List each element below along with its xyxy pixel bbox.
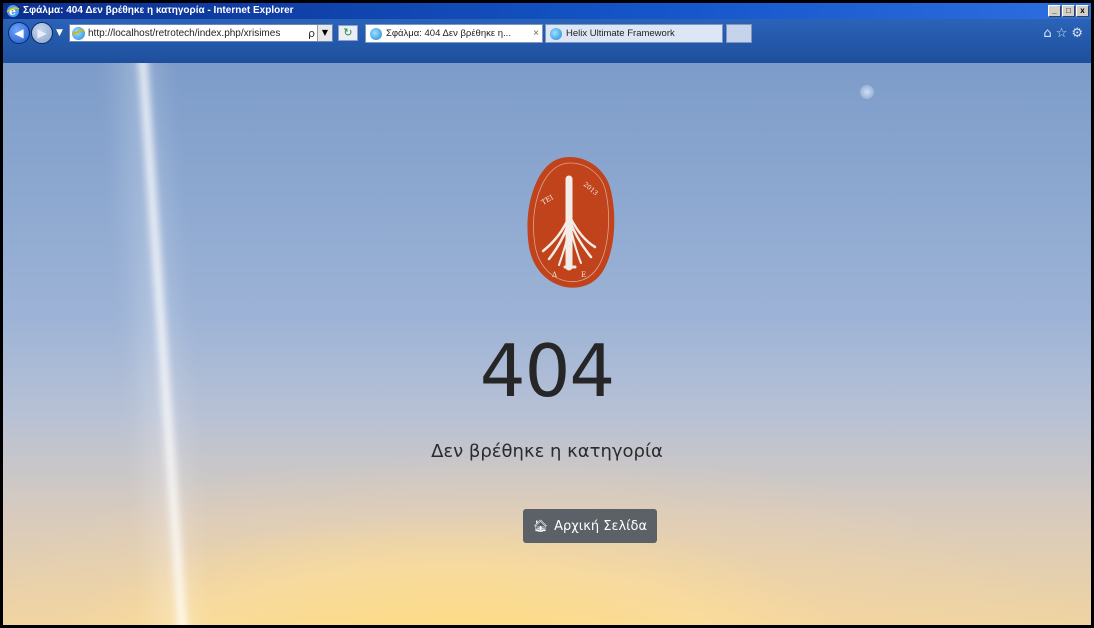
refresh-button[interactable]: ↻ bbox=[338, 25, 358, 41]
browser-window: e Σφάλμα: 404 Δεν βρέθηκε η κατηγορία - … bbox=[0, 0, 1094, 628]
close-window-button[interactable]: x bbox=[1076, 5, 1089, 17]
forward-button[interactable]: ▶ bbox=[31, 22, 53, 44]
tab-favicon-icon bbox=[550, 27, 562, 40]
home-icon[interactable]: ⌂ bbox=[1043, 26, 1055, 41]
address-dropdown-icon[interactable]: ▼ bbox=[317, 25, 332, 41]
logo-text-epsilon: Ε bbox=[581, 271, 586, 279]
address-url[interactable]: http://localhost/retrotech/index.php/xri… bbox=[88, 28, 308, 39]
internet-explorer-icon: e bbox=[6, 5, 20, 18]
site-logo: ΤΕΙ 2013 Δ Ε bbox=[527, 157, 615, 288]
toolbar-right-icons: ⌂☆⚙ bbox=[1043, 26, 1087, 41]
error-message: Δεν βρέθηκε η κατηγορία bbox=[431, 441, 663, 462]
moon-glow-decoration bbox=[860, 85, 874, 99]
home-icon: 🏠︎ bbox=[532, 519, 549, 533]
close-tab-icon[interactable]: × bbox=[530, 28, 542, 39]
tab-error-page[interactable]: Σφάλμα: 404 Δεν βρέθηκε η... × bbox=[365, 24, 543, 43]
error-code: 404 bbox=[479, 329, 615, 413]
arrow-right-icon: ▶ bbox=[37, 26, 47, 40]
back-button[interactable]: ◀ bbox=[8, 22, 30, 44]
svg-text:e: e bbox=[9, 5, 16, 18]
gear-icon[interactable]: ⚙ bbox=[1071, 26, 1087, 41]
history-dropdown-icon[interactable]: ▼ bbox=[56, 28, 63, 38]
maximize-button[interactable]: □ bbox=[1062, 5, 1075, 17]
window-title: Σφάλμα: 404 Δεν βρέθηκε η κατηγορία - In… bbox=[23, 5, 294, 16]
browser-toolbar: ◀ ▶ ▼ http://localhost/retrotech/index.p… bbox=[3, 19, 1091, 63]
star-icon[interactable]: ☆ bbox=[1056, 26, 1072, 41]
arrow-left-icon: ◀ bbox=[14, 26, 24, 40]
page-content: ΤΕΙ 2013 Δ Ε 404 Δεν βρέθηκε η κατηγορία… bbox=[3, 63, 1091, 625]
minimize-button[interactable]: _ bbox=[1048, 5, 1061, 17]
tab-helix-ultimate[interactable]: Helix Ultimate Framework bbox=[545, 24, 723, 43]
search-icon[interactable]: ρ bbox=[308, 27, 315, 40]
title-bar: e Σφάλμα: 404 Δεν βρέθηκε η κατηγορία - … bbox=[3, 3, 1091, 19]
tab-favicon-icon bbox=[370, 27, 382, 40]
tab-label: Helix Ultimate Framework bbox=[566, 28, 675, 39]
new-tab-button[interactable] bbox=[726, 24, 752, 43]
home-page-button[interactable]: 🏠︎ Αρχική Σελίδα bbox=[523, 509, 657, 543]
page-favicon-icon bbox=[72, 26, 85, 40]
logo-text-delta: Δ bbox=[552, 271, 557, 279]
address-bar[interactable]: http://localhost/retrotech/index.php/xri… bbox=[69, 24, 333, 42]
tab-label: Σφάλμα: 404 Δεν βρέθηκε η... bbox=[386, 28, 511, 39]
home-button-label: Αρχική Σελίδα bbox=[554, 518, 648, 534]
